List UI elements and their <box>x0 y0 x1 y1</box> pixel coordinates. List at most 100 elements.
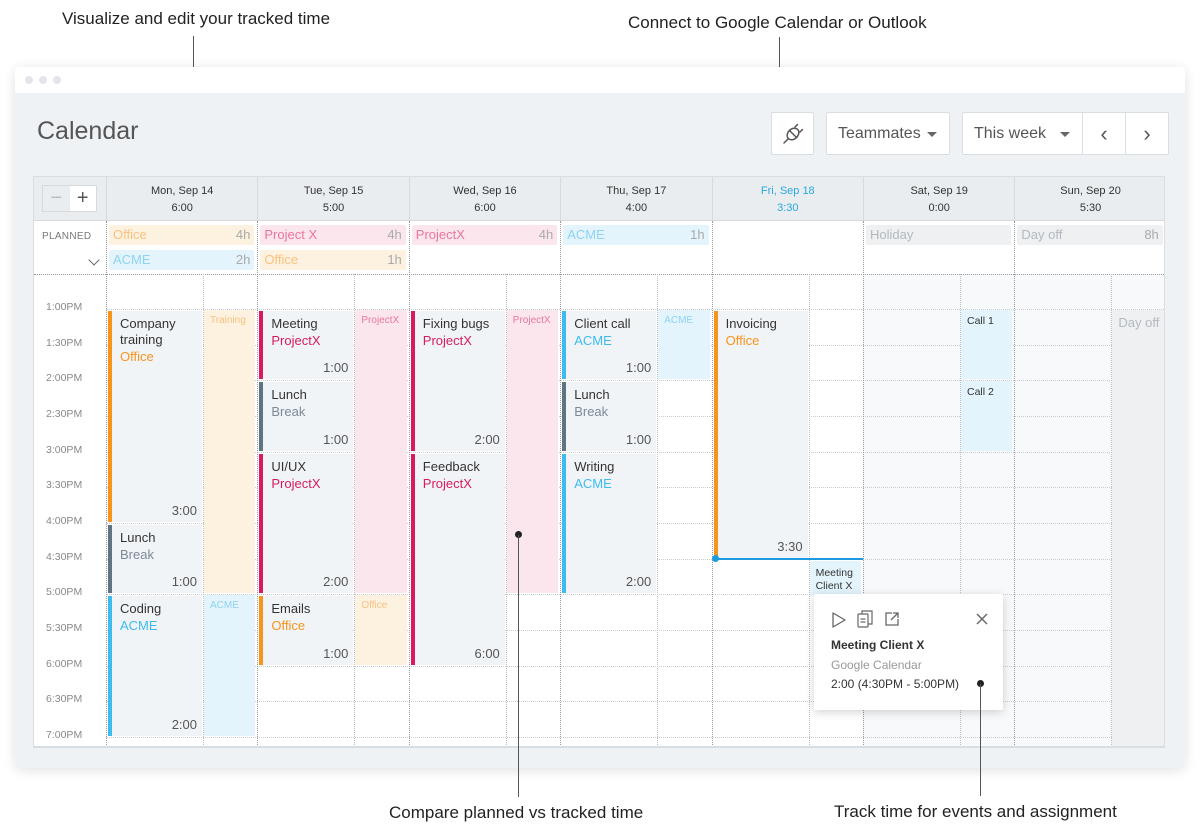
play-icon[interactable] <box>831 612 847 628</box>
planned-chip[interactable]: ProjectX 4h <box>411 225 558 245</box>
day-label: Sat, Sep 19 <box>910 185 968 197</box>
time-entry[interactable]: Company training Office 3:00 <box>108 311 202 523</box>
time-entry[interactable]: Lunch Break 1:00 <box>259 382 354 451</box>
time-entry-project: Office <box>725 333 760 348</box>
time-entry-title: Feedback <box>422 458 480 474</box>
planned-label: PLANNED <box>42 231 92 242</box>
time-entry-project: ProjectX <box>271 475 321 491</box>
planned-chip-hours: 4h <box>235 227 251 242</box>
callout-line <box>980 684 981 796</box>
time-entry-duration: 2:00 <box>323 574 349 590</box>
window-dot <box>39 76 47 84</box>
planned-chip-hours: 2h <box>235 252 251 267</box>
day-header[interactable]: Wed, Sep 16 6:00 <box>408 177 560 221</box>
prev-week-button[interactable]: ‹ <box>1082 112 1126 155</box>
time-entry[interactable]: Coding ACME 2:00 <box>108 596 202 737</box>
planned-chip[interactable]: Office 4h <box>109 225 255 245</box>
window-dot <box>25 76 33 84</box>
day-header[interactable]: Fri, Sep 18 3:30 <box>711 177 863 221</box>
planned-chip[interactable]: Day off 8h <box>1017 225 1163 245</box>
next-week-button[interactable]: › <box>1125 112 1169 155</box>
planned-block[interactable]: ProjectX <box>506 310 559 594</box>
planned-chip-name: ACME <box>113 252 151 267</box>
planned-chip[interactable]: Office 1h <box>260 250 406 270</box>
planned-block[interactable]: Day off <box>1112 310 1164 747</box>
time-entry-duration: 3:00 <box>171 503 197 519</box>
time-entry-duration: 6:00 <box>474 645 500 661</box>
callout-track: Track time for events and assignment <box>834 802 1117 821</box>
time-entry-title: Lunch <box>120 530 156 546</box>
teammates-dropdown[interactable]: Teammates <box>826 112 950 155</box>
planned-chip[interactable]: Project X 4h <box>260 225 406 245</box>
gridline <box>106 701 1164 703</box>
close-icon[interactable] <box>976 613 988 625</box>
time-entry-title: Invoicing <box>725 316 777 331</box>
planned-chip[interactable]: Holiday <box>866 225 1012 245</box>
gridline <box>106 451 1164 453</box>
day-divider <box>560 221 562 747</box>
time-entry-title: UI/UX <box>271 458 307 474</box>
planned-block[interactable]: Call 1 <box>961 310 1013 380</box>
chevron-right-icon: › <box>1143 120 1151 146</box>
planned-block-label: ACME <box>210 600 239 612</box>
time-entry[interactable]: Meeting ProjectX 1:00 <box>259 311 354 380</box>
callout-line <box>518 535 519 797</box>
time-entry[interactable]: Lunch Break 1:00 <box>108 525 202 594</box>
calendar-event[interactable]: Meeting Client X <box>809 560 861 597</box>
time-entry-title: Fixing bugs <box>422 316 490 331</box>
calendar-event-label: Meeting Client X <box>815 566 853 592</box>
planned-chip[interactable]: ACME 1h <box>563 225 709 245</box>
day-label: Sun, Sep 20 <box>1060 185 1121 197</box>
gridline <box>106 665 1164 667</box>
planned-block[interactable]: Office <box>355 595 407 665</box>
time-label: 1:00PM <box>46 301 83 313</box>
planned-block[interactable]: Training <box>204 310 256 594</box>
time-entry[interactable]: Client call ACME 1:00 <box>562 311 657 380</box>
time-label: 2:30PM <box>46 408 83 420</box>
day-header[interactable]: Mon, Sep 14 6:00 <box>106 177 257 221</box>
planned-block[interactable]: ACME <box>658 310 710 380</box>
time-label: 2:00PM <box>46 372 83 385</box>
planned-block[interactable]: Call 2 <box>961 381 1013 451</box>
time-label: 6:00PM <box>46 657 83 670</box>
day-header[interactable]: Sun, Sep 20 5:30 <box>1014 177 1164 221</box>
column-split <box>808 274 810 747</box>
time-entry[interactable]: Lunch Break 1:00 <box>562 382 657 451</box>
time-entry-title: Client call <box>574 316 631 331</box>
day-total: 6:00 <box>171 202 193 214</box>
window-dot <box>53 76 61 84</box>
planned-chip-hours: 1h <box>690 227 705 242</box>
planned-block-label: Training <box>210 315 246 326</box>
time-entry[interactable]: Invoicing Office 3:30 <box>713 311 808 558</box>
zoom-in-button[interactable]: + <box>69 186 96 211</box>
planned-chip[interactable]: ACME 2h <box>109 250 255 270</box>
planned-chip-name: Office <box>264 252 299 267</box>
time-entry-duration: 2:00 <box>171 717 197 733</box>
open-external-icon[interactable] <box>884 611 900 627</box>
time-entry[interactable]: Fixing bugs ProjectX 2:00 <box>410 311 505 451</box>
copy-icon[interactable] <box>857 610 873 628</box>
planned-block[interactable]: ProjectX <box>355 310 407 594</box>
connect-calendar-button[interactable] <box>771 112 814 155</box>
time-label: 4:00PM <box>46 515 83 528</box>
day-header[interactable]: Tue, Sep 15 5:00 <box>257 177 408 221</box>
time-entry[interactable]: Emails Office 1:00 <box>259 596 354 665</box>
time-entry-duration: 1:00 <box>323 360 349 376</box>
zoom-out-button[interactable]: − <box>43 186 70 211</box>
day-divider <box>711 221 713 747</box>
period-dropdown[interactable]: This week <box>962 112 1083 155</box>
planned-block[interactable]: ACME <box>204 595 256 737</box>
day-total: 0:00 <box>928 202 950 214</box>
time-entry-project: Break <box>271 404 306 420</box>
time-entry[interactable]: Feedback ProjectX 6:00 <box>410 453 505 665</box>
grid-bottom-border <box>34 746 1164 747</box>
time-entry[interactable]: UI/UX ProjectX 2:00 <box>259 453 354 594</box>
chevron-down-icon[interactable] <box>88 254 100 266</box>
time-entry[interactable]: Writing ACME 2:00 <box>562 453 657 594</box>
planned-chip-name: Holiday <box>870 227 914 242</box>
day-header[interactable]: Thu, Sep 17 4:00 <box>560 177 711 221</box>
planned-block-label: Call 1 <box>967 315 994 327</box>
day-label: Mon, Sep 14 <box>151 185 214 197</box>
time-entry-project: ACME <box>574 333 612 348</box>
day-header[interactable]: Sat, Sep 19 0:00 <box>863 177 1014 221</box>
